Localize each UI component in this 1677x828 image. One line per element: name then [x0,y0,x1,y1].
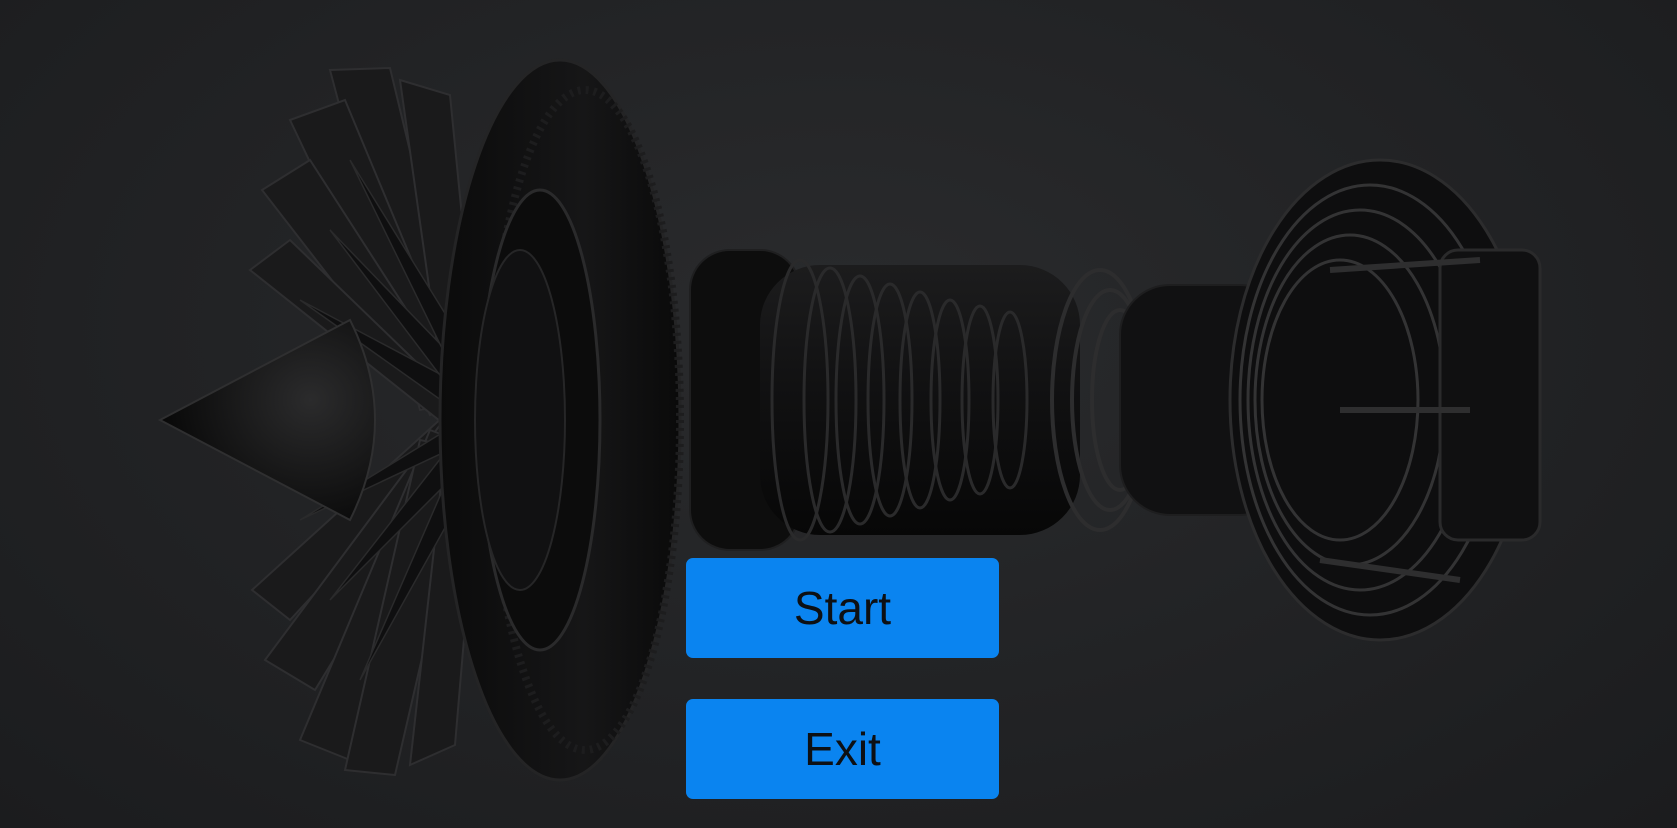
main-menu-screen: Start Exit [0,0,1677,828]
exit-button[interactable]: Exit [686,699,999,799]
start-button[interactable]: Start [686,558,999,658]
